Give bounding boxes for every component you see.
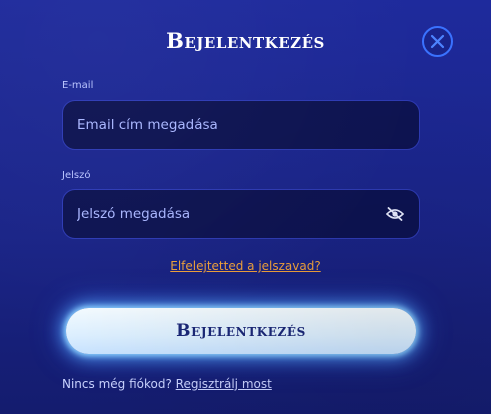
login-button-label: Bejelentkezés	[176, 321, 306, 341]
email-input[interactable]	[77, 117, 405, 133]
signup-link[interactable]: Regisztrálj most	[176, 377, 272, 391]
login-button[interactable]: Bejelentkezés	[66, 308, 416, 354]
modal-title: Bejelentkezés	[166, 28, 325, 53]
password-label: Jelszó	[62, 170, 91, 181]
signup-prompt: Nincs még fiókod?	[62, 377, 172, 391]
close-icon	[430, 34, 445, 49]
email-label: E-mail	[62, 80, 94, 91]
close-button[interactable]	[422, 26, 453, 57]
password-visibility-toggle[interactable]	[385, 206, 405, 222]
eye-slash-icon	[386, 207, 404, 221]
password-input-box[interactable]	[62, 189, 420, 239]
login-modal: Bejelentkezés E-mail Jelszó Elfelejtette…	[0, 0, 491, 414]
signup-row: Nincs még fiókod? Regisztrálj most	[62, 377, 272, 391]
email-input-box[interactable]	[62, 100, 420, 150]
password-input[interactable]	[77, 206, 385, 222]
forgot-password-row: Elfelejtetted a jelszavad?	[0, 259, 491, 273]
forgot-password-link[interactable]: Elfelejtetted a jelszavad?	[170, 259, 320, 273]
